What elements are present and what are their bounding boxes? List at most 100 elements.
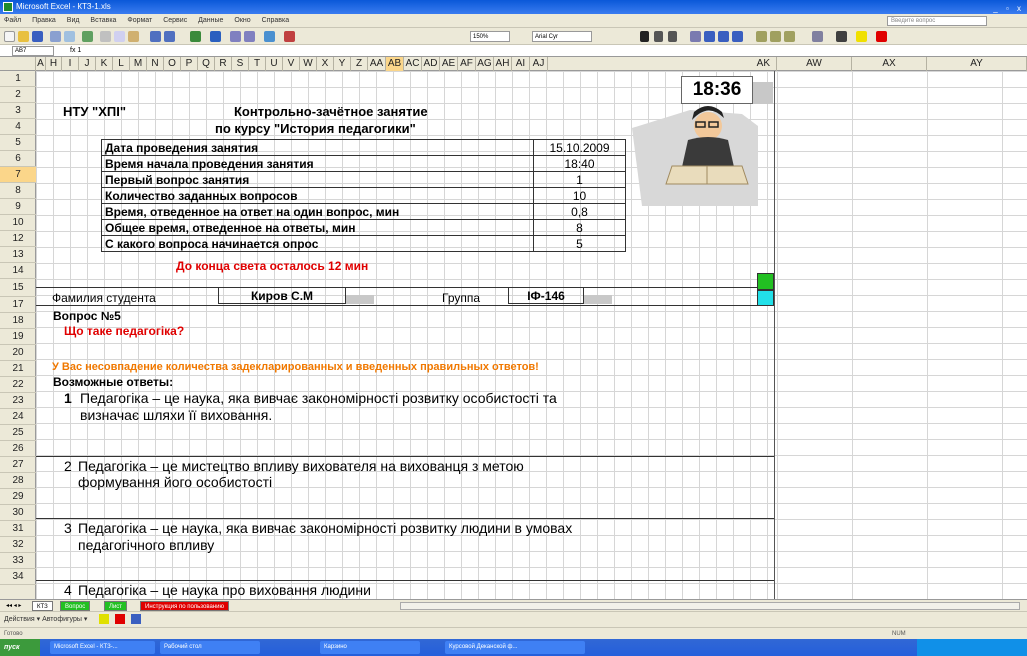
drawing-icon[interactable] [284,31,295,42]
answer-4-text[interactable]: Педагогіка – це наука про виховання люди… [78,582,371,599]
row-header[interactable]: 2 [0,87,36,103]
group-field[interactable]: ІФ-146 [508,287,584,304]
row-header[interactable]: 21 [0,361,36,377]
menu-tools[interactable]: Сервис [163,17,187,24]
tab-instructions[interactable]: Инструкция по пользованию [140,601,229,611]
row-header[interactable]: 33 [0,553,36,569]
taskbar-excel[interactable]: Microsoft Excel - КТЗ-... [50,641,155,654]
zoom-select[interactable]: 150% [470,31,510,42]
col-header[interactable]: V [283,57,300,71]
open-icon[interactable] [18,31,29,42]
info-value[interactable]: 15.10.2009 [533,139,626,156]
menu-insert[interactable]: Вставка [90,17,116,24]
paste-icon[interactable] [128,31,139,42]
row-header[interactable]: 25 [0,425,36,441]
col-header[interactable]: U [266,57,283,71]
menu-edit[interactable]: Правка [32,17,56,24]
col-header[interactable]: T [249,57,266,71]
col-header[interactable]: Y [334,57,351,71]
menu-format[interactable]: Формат [127,17,152,24]
col-header[interactable]: AE [440,57,458,71]
sort-desc-icon[interactable] [244,31,255,42]
print-icon[interactable] [50,31,61,42]
chart-wizard-icon[interactable] [264,31,275,42]
col-header[interactable]: AF [458,57,476,71]
row-header[interactable]: 22 [0,377,36,393]
taskbar-desktop[interactable]: Рабочий стол [160,641,260,654]
col-header[interactable]: AK [548,57,777,71]
currency-icon[interactable] [756,31,767,42]
col-header[interactable]: H [46,57,62,71]
answer-2-text[interactable]: Педагогіка – це мистецтво впливу виховат… [78,458,524,475]
answer-1-text[interactable]: Педагогіка – це наука, яка вивчає законо… [80,390,557,407]
row-header[interactable]: 28 [0,473,36,489]
row-header-selected[interactable]: 7 [0,167,36,183]
spelling-icon[interactable] [82,31,93,42]
draw-actions-menu[interactable]: Действия ▾ Автофигуры ▾ [4,616,87,623]
comma-icon[interactable] [784,31,795,42]
font-select[interactable]: Arial Cyr [532,31,592,42]
col-header[interactable]: O [164,57,181,71]
menu-file[interactable]: Файл [4,17,21,24]
answer-2-text-cont[interactable]: формування його особистості [78,474,272,491]
col-header[interactable]: AH [494,57,512,71]
taskbar-item[interactable]: Карзино [320,641,420,654]
col-header[interactable]: AA [368,57,386,71]
col-header[interactable]: S [232,57,249,71]
cut-icon[interactable] [100,31,111,42]
bold-icon[interactable] [640,31,649,42]
save-icon[interactable] [32,31,43,42]
col-header-selected[interactable]: AB [386,57,404,71]
col-header[interactable]: Q [198,57,215,71]
col-header[interactable]: Z [351,57,368,71]
col-header[interactable]: AI [512,57,530,71]
row-header[interactable]: 20 [0,345,36,361]
row-header[interactable]: 30 [0,505,36,521]
row-header[interactable]: 32 [0,537,36,553]
row-header[interactable]: 18 [0,313,36,329]
col-header[interactable]: A [36,57,46,71]
col-header[interactable]: AJ [530,57,548,71]
row-header[interactable]: 17 [0,297,36,313]
row-header[interactable]: 14 [0,263,36,279]
row-header[interactable]: 6 [0,151,36,167]
new-icon[interactable] [4,31,15,42]
italic-icon[interactable] [654,31,663,42]
col-header[interactable]: M [130,57,147,71]
col-header[interactable]: R [215,57,232,71]
info-value[interactable]: 10 [533,187,626,204]
col-header[interactable]: AD [422,57,440,71]
col-header[interactable]: W [300,57,317,71]
tab-nav-arrows[interactable]: ◂◂ ◂ ▸ ▸▸ [2,601,26,619]
tab-sheet[interactable]: Лист [104,601,128,611]
menu-data[interactable]: Данные [198,17,223,24]
taskbar-item[interactable]: Курсовой Деканской ф... [445,641,585,654]
fill-color-icon[interactable] [856,31,867,42]
col-header[interactable]: N [147,57,164,71]
col-header[interactable]: AG [476,57,494,71]
surname-field[interactable]: Киров С.М [218,287,346,304]
sort-asc-icon[interactable] [230,31,241,42]
col-header[interactable]: I [62,57,79,71]
name-box[interactable]: AB7 [12,46,54,56]
menu-view[interactable]: Вид [67,17,80,24]
autosum-icon[interactable] [210,31,221,42]
menu-help[interactable]: Справка [262,17,289,24]
col-header[interactable]: L [113,57,130,71]
line-style-icon[interactable] [131,614,142,625]
info-value[interactable]: 1 [533,171,626,188]
row-header[interactable]: 19 [0,329,36,345]
merge-center-icon[interactable] [732,31,743,42]
copy-icon[interactable] [114,31,125,42]
tab-ktz[interactable]: КТЗ [32,601,53,611]
font-color-icon[interactable] [876,31,887,42]
borders-icon[interactable] [836,31,847,42]
row-header[interactable]: 26 [0,441,36,457]
row-header[interactable]: 24 [0,409,36,425]
row-header[interactable]: 29 [0,489,36,505]
info-value[interactable]: 5 [533,235,626,252]
col-header[interactable]: X [317,57,334,71]
row-header[interactable]: 31 [0,521,36,537]
row-header[interactable]: 1 [0,71,36,87]
help-search-input[interactable]: Введите вопрос [887,16,987,26]
